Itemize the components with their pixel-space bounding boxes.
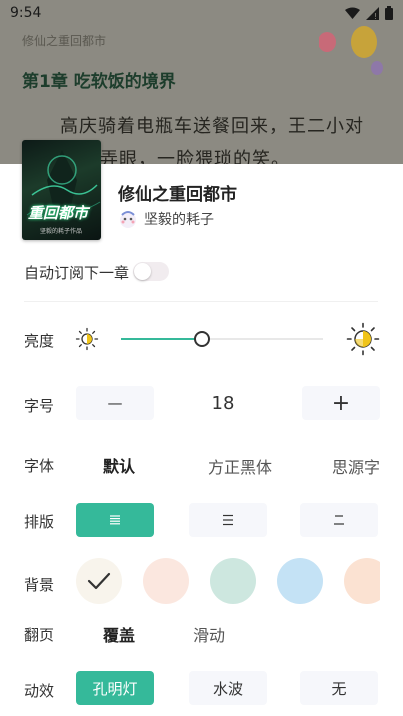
background-swatch-pink[interactable] — [143, 558, 189, 604]
background-label: 背景 — [24, 576, 55, 594]
auto-subscribe-toggle[interactable] — [133, 262, 169, 281]
author-row[interactable]: 坚毅的耗子 — [118, 209, 214, 229]
font-option-fangzheng-heiti[interactable]: 方正黑体 — [208, 454, 272, 478]
font-family-label: 字体 — [24, 457, 55, 475]
animation-none-button[interactable]: 无 — [300, 671, 378, 705]
cover-subtitle: 坚毅的耗子作品 — [40, 228, 83, 235]
layout-label: 排版 — [24, 513, 55, 531]
brightness-low-icon[interactable] — [75, 327, 99, 351]
animation-kongming-lantern-button[interactable]: 孔明灯 — [76, 671, 154, 705]
svg-text:!: ! — [374, 12, 377, 20]
font-size-label: 字号 — [24, 397, 55, 415]
wifi-icon — [345, 7, 360, 19]
font-size-decrease-button[interactable]: — — [76, 386, 154, 420]
book-name[interactable]: 修仙之重回都市 — [118, 180, 237, 205]
brightness-label: 亮度 — [24, 332, 55, 350]
brightness-slider-fill — [121, 338, 202, 340]
animation-label: 动效 — [24, 682, 55, 700]
layout-loose-icon — [334, 515, 344, 525]
layout-compact-icon — [110, 515, 120, 525]
background-swatch-peach[interactable] — [344, 558, 380, 604]
layout-standard-button[interactable] — [189, 503, 267, 537]
lantern-decoration-icon — [319, 26, 383, 75]
background-swatch-cream[interactable] — [76, 558, 122, 604]
layout-loose-button[interactable] — [300, 503, 378, 537]
brightness-slider-thumb[interactable] — [194, 331, 210, 347]
check-icon — [87, 572, 111, 590]
font-option-default[interactable]: 默认 — [103, 453, 135, 477]
layout-compact-button[interactable] — [76, 503, 154, 537]
author-name: 坚毅的耗子 — [144, 212, 214, 228]
author-avatar-icon — [120, 211, 136, 228]
chapter-title: 第1章 吃软饭的境界 — [22, 72, 176, 92]
font-size-value: 18 — [211, 393, 235, 414]
book-cover[interactable]: 重回都市 坚毅的耗子作品 — [22, 140, 101, 240]
background-swatch-green[interactable] — [210, 558, 256, 604]
page-turn-label: 翻页 — [24, 626, 55, 644]
page-turn-cover-option[interactable]: 覆盖 — [103, 622, 135, 646]
reading-text-line: 高庆骑着电瓶车送餐回来，王二小对 — [60, 116, 364, 137]
cover-title: 重回都市 — [28, 204, 89, 222]
layout-standard-icon — [223, 514, 233, 526]
signal-icon: ! — [366, 6, 379, 20]
page-turn-slide-option[interactable]: 滑动 — [193, 622, 225, 646]
background-swatch-peach-clip — [344, 558, 380, 604]
status-time: 9:54 — [10, 5, 42, 21]
cover-art-icon — [26, 150, 101, 216]
divider — [24, 301, 378, 302]
reading-text-line: 弄眼，一脸猥琐的笑。 — [100, 149, 290, 165]
battery-icon — [385, 6, 393, 20]
brightness-high-icon[interactable] — [346, 322, 380, 356]
toggle-knob — [134, 263, 151, 280]
auto-subscribe-label: 自动订阅下一章 — [24, 264, 130, 282]
status-icons: ! — [345, 6, 393, 20]
font-option-siyuan[interactable]: 思源字 — [332, 454, 380, 478]
font-size-increase-button[interactable]: + — [302, 386, 380, 420]
background-swatch-blue[interactable] — [277, 558, 323, 604]
animation-ripple-button[interactable]: 水波 — [189, 671, 267, 705]
reader-book-title: 修仙之重回都市 — [22, 34, 107, 48]
